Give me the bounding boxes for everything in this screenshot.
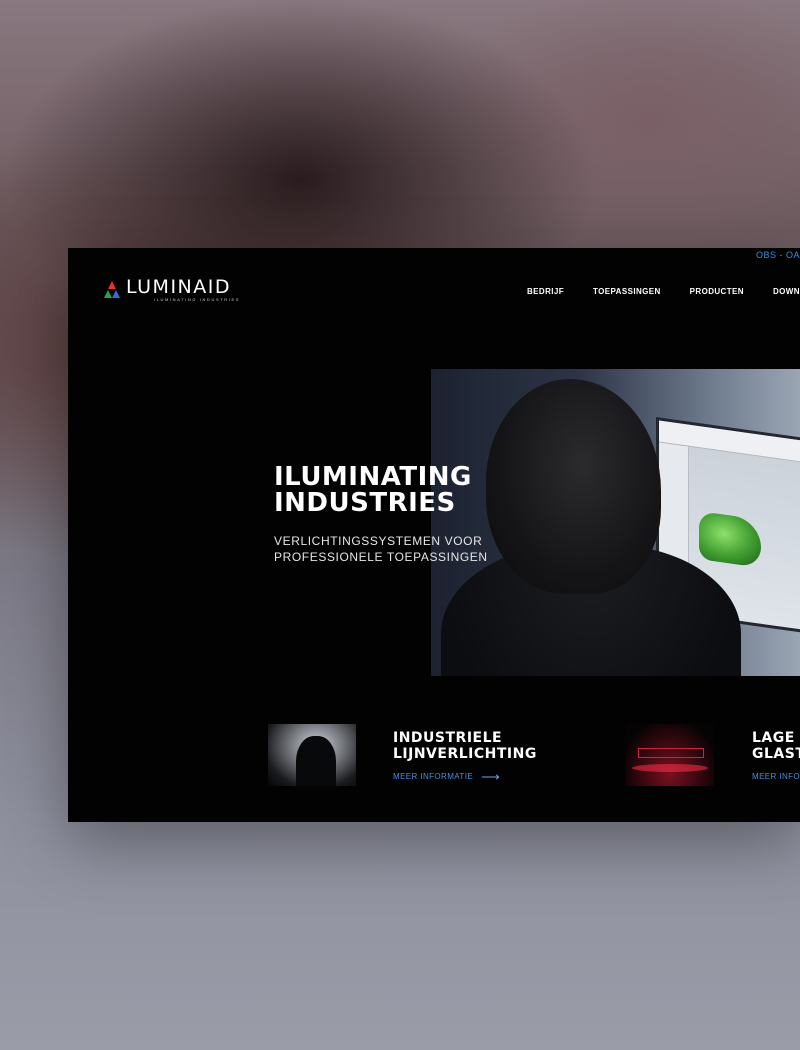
more-info-link[interactable]: MEER INFOR — [752, 772, 800, 781]
nav-item-bedrijf[interactable]: BEDRIJF — [527, 287, 564, 296]
hero-title: ILUMINATING INDUSTRIES — [274, 462, 472, 518]
card-title: INDUSTRIELE LIJNVERLICHTING — [393, 730, 537, 762]
card-title: LAGE GLAST — [752, 730, 800, 762]
nav-item-toepassingen[interactable]: TOEPASSINGEN — [593, 287, 661, 296]
cad-model — [699, 511, 761, 568]
red-glow — [632, 764, 708, 772]
hero-image — [431, 369, 800, 676]
card-thumbnail — [626, 724, 714, 786]
hero-subtitle: VERLICHTINGSSYSTEMEN VOOR PROFESSIONELE … — [274, 534, 488, 564]
nav-item-downloads[interactable]: DOWNLO — [773, 287, 800, 296]
more-info-label: MEER INFOR — [752, 772, 800, 781]
nav-item-producten[interactable]: PRODUCTEN — [690, 287, 744, 296]
more-info-label: MEER INFORMATIE — [393, 772, 474, 781]
light-rail — [638, 748, 704, 758]
more-info-link[interactable]: MEER INFORMATIE ⟶ — [393, 768, 501, 784]
person-silhouette — [296, 736, 336, 786]
topbar-link[interactable]: OBS - OA — [756, 250, 800, 260]
logo-tagline: ILUMINATING INDUSTRIES — [154, 297, 241, 302]
arrow-right-icon: ⟶ — [481, 768, 501, 784]
main-nav: BEDRIJF TOEPASSINGEN PRODUCTEN DOWNLO — [527, 287, 800, 296]
logo-name: LUMINAID — [126, 276, 231, 298]
website-frame: OBS - OA LUMINAID ILUMINATING INDUSTRIES… — [68, 248, 800, 822]
card-thumbnail — [268, 724, 356, 786]
logo[interactable]: LUMINAID ILUMINATING INDUSTRIES — [102, 278, 240, 302]
logo-text: LUMINAID ILUMINATING INDUSTRIES — [126, 276, 241, 303]
logo-mark-icon — [104, 281, 120, 298]
